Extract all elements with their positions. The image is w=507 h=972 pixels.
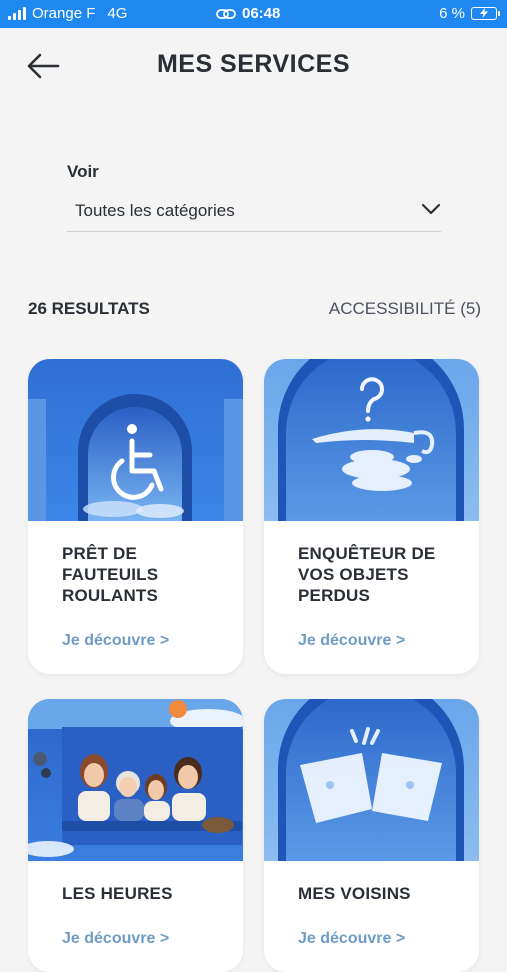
page-title: MES SERVICES	[156, 50, 351, 78]
discover-link[interactable]: Je découvre >	[62, 930, 209, 948]
card-title: LES HEURES	[62, 884, 173, 903]
carrier-label: Orange F	[32, 5, 96, 22]
card-title: PRÊT DE FAUTEUILS ROULANTS	[62, 544, 159, 605]
card-title: ENQUÊTEUR DE VOS OBJETS PERDUS	[298, 544, 436, 605]
service-card[interactable]: MES VOISINS Je découvre >	[264, 699, 479, 972]
chevron-down-icon	[421, 203, 441, 215]
status-bar: Orange F 4G 06:48 6 %	[0, 0, 507, 28]
battery-charging-icon	[471, 7, 500, 20]
accessibility-filter-link[interactable]: ACCESSIBILITÉ (5)	[329, 299, 481, 319]
network-label: 4G	[107, 5, 128, 22]
service-card[interactable]: ENQUÊTEUR DE VOS OBJETS PERDUS Je découv…	[264, 359, 479, 674]
discover-link[interactable]: Je découvre >	[298, 632, 445, 650]
results-count: 26 RESULTATS	[28, 299, 150, 318]
status-left: Orange F 4G	[8, 5, 127, 22]
category-select[interactable]: Toutes les catégories	[67, 192, 441, 232]
filter-label: Voir	[67, 162, 99, 181]
neighbors-illustration	[264, 699, 479, 861]
family-photo	[28, 699, 243, 861]
discover-link[interactable]: Je découvre >	[298, 930, 445, 948]
service-card[interactable]: LES HEURES Je découvre >	[28, 699, 243, 972]
discover-link[interactable]: Je découvre >	[62, 632, 209, 650]
service-card[interactable]: PRÊT DE FAUTEUILS ROULANTS Je découvre >	[28, 359, 243, 674]
wheelchair-illustration	[28, 359, 243, 521]
signal-icon	[8, 7, 26, 20]
status-center: 06:48	[216, 5, 280, 22]
category-select-value: Toutes les catégories	[75, 201, 235, 220]
card-title: MES VOISINS	[298, 884, 411, 903]
link-icon	[216, 8, 236, 19]
battery-percent: 6 %	[439, 5, 465, 22]
status-right: 6 %	[439, 5, 500, 22]
lost-objects-illustration	[264, 359, 479, 521]
clock: 06:48	[242, 5, 281, 22]
